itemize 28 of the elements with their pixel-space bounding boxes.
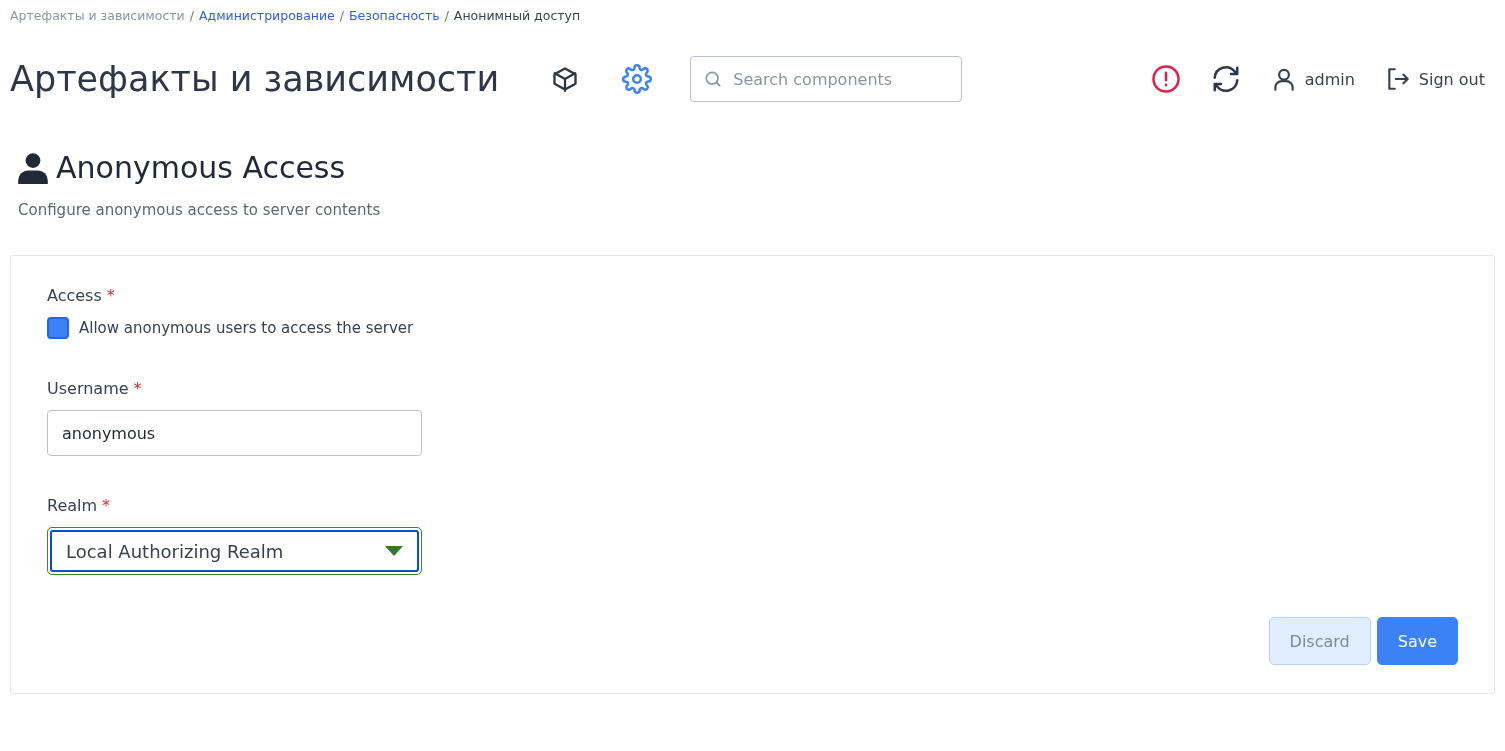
- app-title: Артефакты и зависимости: [10, 59, 500, 99]
- alert-icon[interactable]: [1150, 64, 1181, 94]
- breadcrumb-link[interactable]: Безопасность: [349, 7, 440, 23]
- breadcrumb-current: Анонимный доступ: [453, 7, 581, 23]
- page-subtitle: Configure anonymous access to server contents: [18, 201, 382, 219]
- breadcrumb-link[interactable]: Артефакты и зависимости: [10, 7, 185, 23]
- caret-icon: [385, 546, 403, 556]
- breadcrumb-link[interactable]: Администрирование: [198, 7, 335, 23]
- breadcrumb-separator: /: [339, 7, 345, 23]
- user-link[interactable]: admin: [1270, 66, 1355, 92]
- field-label: Username *: [47, 379, 143, 398]
- field-label: Realm *: [47, 496, 112, 515]
- cube-icon[interactable]: [551, 65, 580, 93]
- settings-icon[interactable]: [622, 64, 653, 94]
- username-label: admin: [1304, 69, 1355, 89]
- breadcrumb-separator: /: [189, 7, 194, 23]
- field-label: Access *: [47, 286, 116, 305]
- checkbox[interactable]: [47, 317, 69, 339]
- sign-out-link[interactable]: Sign out: [1384, 66, 1485, 92]
- user-icon: [18, 151, 48, 184]
- save-button[interactable]: Save: [1376, 617, 1458, 665]
- username-field[interactable]: anonymous: [47, 410, 422, 456]
- sign-out-label: Sign out: [1418, 69, 1485, 89]
- realm-dropdown[interactable]: Local Authorizing Realm: [47, 527, 422, 575]
- checkbox-label: Allow anonymous users to access the server: [79, 319, 414, 337]
- search-field[interactable]: Search components: [690, 56, 963, 102]
- breadcrumb-separator: /: [444, 7, 449, 23]
- page-title: Anonymous Access: [56, 150, 346, 185]
